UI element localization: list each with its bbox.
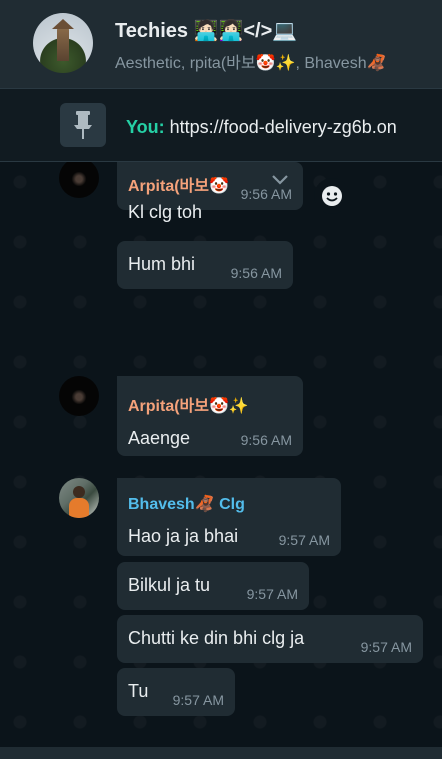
message-time: 9:56 AM (240, 432, 292, 448)
message-list[interactable]: Arpita(바보🤡 Kl clg toh 9:56 AM Hum bhi 9:… (0, 162, 442, 747)
message-time: 9:57 AM (172, 692, 224, 708)
group-title: Techies 🧑🏻‍💻👩🏻‍💻</>💻 (115, 20, 298, 42)
pinned-sender: You: (126, 117, 165, 137)
message-bubble[interactable]: Bilkul ja tu 9:57 AM (117, 562, 309, 610)
group-members: Aesthetic, rpita(바보🤡✨, Bhavesh🦧 (115, 55, 387, 72)
avatar-arpita[interactable] (59, 162, 99, 198)
emoji-icon[interactable] (314, 178, 350, 214)
chevron-down-icon[interactable] (270, 172, 290, 186)
chat-header[interactable]: Techies 🧑🏻‍💻👩🏻‍💻</>💻 Aesthetic, rpita(바보… (0, 0, 442, 88)
composer-bar[interactable] (0, 747, 442, 759)
message-sender[interactable]: Arpita(바보🤡✨ (128, 392, 292, 416)
message-time: 9:57 AM (246, 586, 298, 602)
message-time: 9:56 AM (230, 265, 282, 281)
avatar-bhavesh[interactable] (59, 478, 99, 518)
message-bubble[interactable]: Arpita(바보🤡 Kl clg toh 9:56 AM (117, 162, 303, 222)
message-bubble[interactable]: Chutti ke din bhi clg ja 9:57 AM (117, 615, 423, 663)
message-bubble[interactable]: Tu 9:57 AM (117, 668, 235, 716)
message-sender[interactable]: Bhavesh🦧 Clg (128, 494, 330, 514)
message-bubble[interactable]: Arpita(바보🤡✨ Aaenge 9:56 AM (117, 376, 303, 456)
pin-icon (60, 103, 106, 147)
pinned-message-bar[interactable]: You: https://food-delivery-zg6b.on (0, 88, 442, 162)
message-bubble[interactable]: Bhavesh🦧 Clg Hao ja ja bhai 9:57 AM (117, 478, 341, 556)
pinned-message-text[interactable]: You: https://food-delivery-zg6b.on (126, 117, 397, 138)
message-text: Kl clg toh (128, 202, 203, 222)
message-time: 9:56 AM (240, 186, 292, 202)
message-time: 9:57 AM (360, 639, 412, 655)
group-avatar[interactable] (33, 13, 93, 73)
pinned-link[interactable]: https://food-delivery-zg6b.on (165, 117, 397, 137)
avatar-arpita[interactable] (59, 376, 99, 416)
message-bubble[interactable]: Hum bhi 9:56 AM (117, 241, 293, 289)
message-time: 9:57 AM (278, 532, 330, 548)
